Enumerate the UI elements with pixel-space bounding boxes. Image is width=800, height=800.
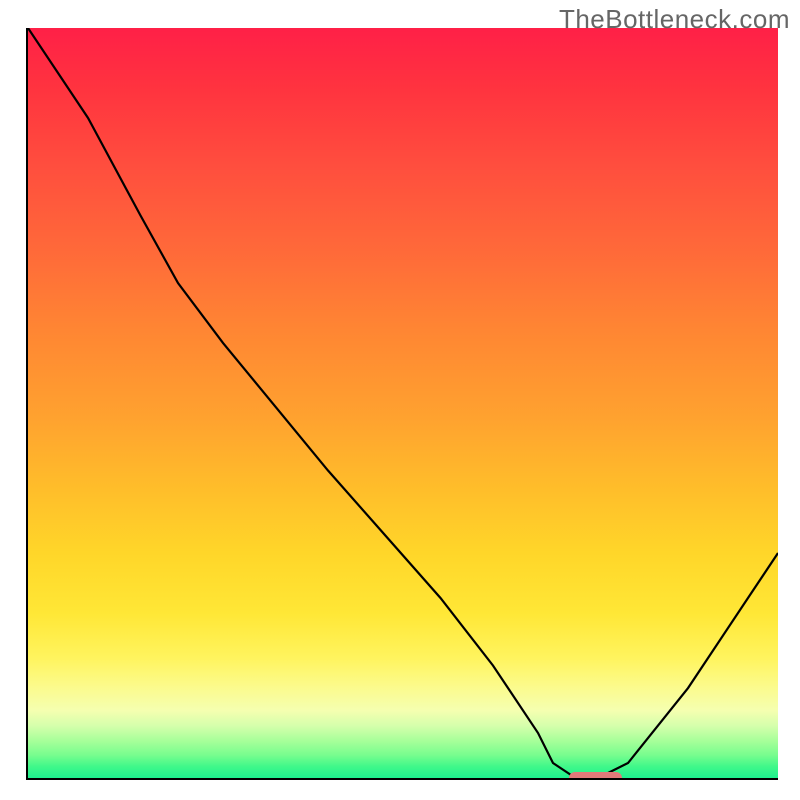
plot-area [26,28,778,780]
optimal-range-marker [569,772,622,780]
bottleneck-curve [28,28,778,778]
watermark-text: TheBottleneck.com [559,4,790,35]
chart-container: TheBottleneck.com [0,0,800,800]
